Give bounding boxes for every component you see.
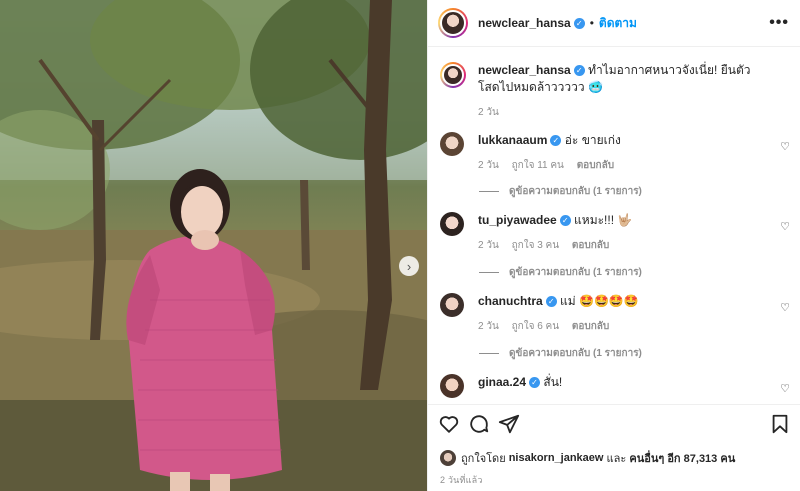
comment-body: tu_piyawadee ✓ แหมะ!!! 🤟🏼 2 วัน ถูกใจ 3 ค… (478, 212, 768, 254)
comment-time[interactable]: 2 วัน (478, 160, 499, 171)
avatar-image (440, 10, 466, 36)
comment-time[interactable]: 2 วัน (478, 321, 499, 332)
caption-meta: 2 วัน (478, 104, 768, 121)
divider (479, 272, 499, 273)
verified-badge-icon: ✓ (545, 296, 557, 308)
post-sidebar: newclear_hansa ✓ • ติดตาม ••• newclear_ha… (427, 0, 800, 491)
view-replies-button[interactable]: ดูข้อความตอบกลับ (1 รายการ) (479, 184, 642, 199)
list-item: ginaa.24 ✓ สั่น! ♡ (440, 374, 790, 404)
post-photo[interactable]: › (0, 0, 427, 491)
comment-text: อ่ะ ขายเก่ง (564, 133, 621, 147)
caption-username[interactable]: newclear_hansa (478, 63, 571, 77)
caption-time[interactable]: 2 วัน (478, 107, 499, 118)
view-replies-button[interactable]: ดูข้อความตอบกลับ (1 รายการ) (479, 346, 642, 361)
caption-body: newclear_hansa ✓ ทำไมอากาศหนาวจังเนี่ย! ย… (478, 62, 768, 121)
divider (479, 353, 499, 354)
comment-likes[interactable]: ถูกใจ 11 คน (512, 160, 564, 171)
more-options-icon[interactable]: ••• (769, 14, 789, 32)
view-replies-label: ดูข้อความตอบกลับ (1 รายการ) (509, 267, 642, 278)
heart-icon[interactable]: ♡ (780, 220, 790, 233)
heart-icon[interactable]: ♡ (780, 382, 790, 395)
verified-badge-icon: ✓ (529, 377, 541, 389)
comment-time[interactable]: 2 วัน (478, 240, 499, 251)
comment-username[interactable]: tu_piyawadee (478, 213, 557, 227)
commenter-avatar[interactable] (440, 132, 464, 156)
like-heart-icon[interactable] (438, 413, 460, 435)
post-actions: ถูกใจโดย nisakorn_jankaew และ คนอื่นๆ อี… (428, 404, 800, 491)
comment-likes[interactable]: ถูกใจ 3 คน (512, 240, 560, 251)
comment-body: chanuchtra ✓ แม่ 🤩🤩🤩🤩 2 วัน ถูกใจ 6 คน ตอ… (478, 293, 768, 335)
divider (479, 191, 499, 192)
comment-text: สั่น! (543, 375, 563, 389)
likes-middle: และ (606, 453, 627, 465)
comment-likes[interactable]: ถูกใจ 6 คน (512, 321, 560, 332)
verified-badge-icon: ✓ (559, 215, 571, 227)
reply-button[interactable]: ตอบกลับ (577, 160, 614, 171)
comments-list[interactable]: newclear_hansa ✓ ทำไมอากาศหนาวจังเนี่ย! ย… (428, 48, 800, 404)
heart-icon[interactable]: ♡ (780, 301, 790, 314)
author-avatar[interactable] (438, 8, 468, 38)
liker-avatar[interactable] (440, 450, 456, 466)
comment-icon[interactable] (468, 413, 490, 435)
comment-meta: 2 วัน ถูกใจ 11 คน ตอบกลับ (478, 157, 768, 174)
photo-illustration (0, 0, 427, 491)
comment-meta: 2 วัน ถูกใจ 6 คน ตอบกลับ (478, 318, 768, 335)
chevron-right-icon: › (406, 258, 412, 274)
comment-body: ginaa.24 ✓ สั่น! (478, 374, 768, 391)
view-replies-label: ดูข้อความตอบกลับ (1 รายการ) (509, 348, 642, 359)
follow-button[interactable]: ติดตาม (599, 14, 637, 33)
reply-button[interactable]: ตอบกลับ (572, 321, 609, 332)
likes-count[interactable]: คนอื่นๆ อีก 87,313 คน (629, 449, 735, 467)
verified-badge-icon: ✓ (573, 18, 585, 30)
liker-username[interactable]: nisakorn_jankaew (509, 452, 604, 464)
view-replies-button[interactable]: ดูข้อความตอบกลับ (1 รายการ) (479, 265, 642, 280)
commenter-avatar[interactable] (440, 293, 464, 317)
likes-prefix: ถูกใจโดย (461, 453, 506, 465)
comment-username[interactable]: ginaa.24 (478, 375, 526, 389)
caption: newclear_hansa ✓ ทำไมอากาศหนาวจังเนี่ย! ย… (440, 62, 790, 122)
share-icon[interactable] (498, 413, 520, 435)
comment-username[interactable]: lukkanaaum (478, 133, 547, 147)
reply-button[interactable]: ตอบกลับ (572, 240, 609, 251)
caption-avatar[interactable] (440, 62, 466, 88)
verified-badge-icon: ✓ (550, 135, 562, 147)
heart-icon[interactable]: ♡ (780, 140, 790, 153)
next-photo-button[interactable]: › (399, 256, 419, 276)
post-timestamp[interactable]: 2 วันที่แล้ว (440, 473, 483, 487)
view-replies-label: ดูข้อความตอบกลับ (1 รายการ) (509, 186, 642, 197)
bookmark-icon[interactable] (769, 413, 791, 435)
commenter-avatar[interactable] (440, 212, 464, 236)
likes-summary: ถูกใจโดย nisakorn_jankaew และ คนอื่นๆ อี… (440, 449, 735, 467)
comment-text: แม่ 🤩🤩🤩🤩 (560, 294, 639, 308)
commenter-avatar[interactable] (440, 374, 464, 398)
comment-username[interactable]: chanuchtra (478, 294, 543, 308)
author-username[interactable]: newclear_hansa ✓ (478, 16, 585, 30)
separator-dot: • (589, 16, 594, 30)
post-header: newclear_hansa ✓ • ติดตาม ••• (428, 0, 800, 47)
verified-badge-icon: ✓ (573, 65, 585, 77)
author-username-text: newclear_hansa (478, 16, 571, 30)
comment-meta: 2 วัน ถูกใจ 3 คน ตอบกลับ (478, 237, 768, 254)
comment-text: แหมะ!!! 🤟🏼 (574, 213, 633, 227)
comment-body: lukkanaaum ✓ อ่ะ ขายเก่ง 2 วัน ถูกใจ 11 ค… (478, 132, 768, 174)
